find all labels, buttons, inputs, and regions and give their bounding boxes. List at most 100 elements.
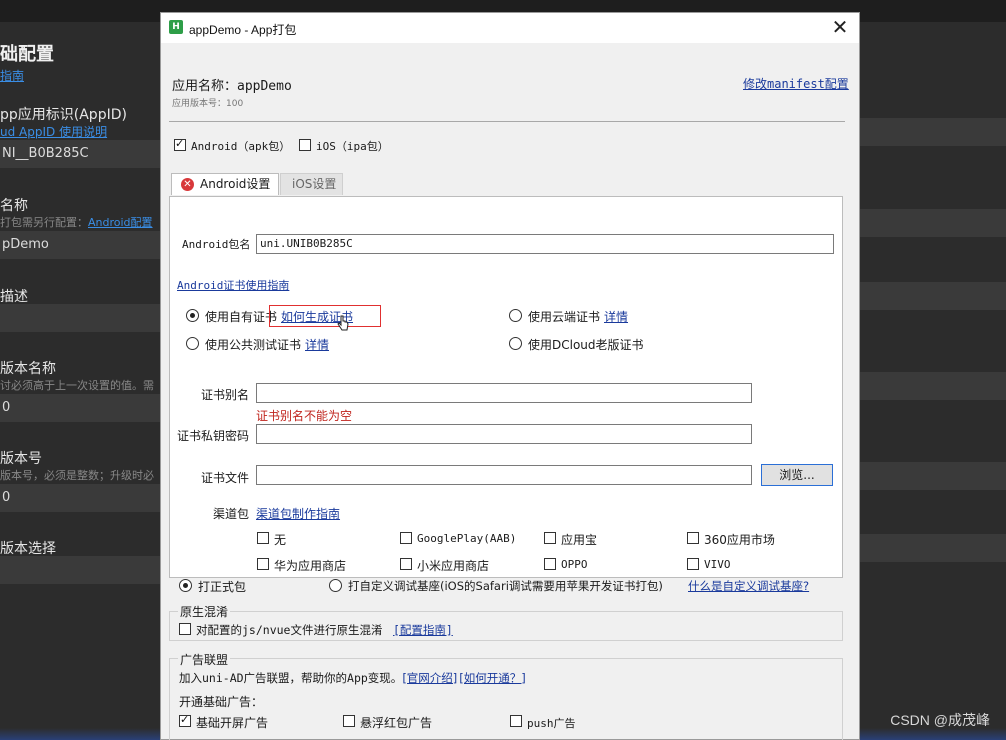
background-right-field: [860, 282, 1006, 310]
channel-label-googleplay: GooglePlay(AAB): [417, 532, 517, 545]
background-version-name-hint: 讨必须高于上一次设置的值。需: [0, 379, 154, 392]
ad-redpacket-checkbox[interactable]: [343, 715, 355, 727]
annotation-highlight-box: [269, 305, 381, 327]
custom-base-label: 打自定义调试基座(iOS的Safari调试需要用苹果开发证书打包): [348, 579, 663, 593]
dialog-titlebar: H appDemo - App打包 ✕: [161, 13, 859, 43]
channel-label-360: 360应用市场: [704, 533, 775, 547]
obfuscation-label: 对配置的js/nvue文件进行原生混淆: [196, 623, 383, 637]
ad-basic-label: 开通基础广告：: [179, 695, 264, 709]
background-settings-panel: 础配置 指南 pp应用标识(AppID) ud AppID 使用说明 NI__B…: [0, 22, 160, 740]
divider: [169, 121, 845, 122]
background-android-config-link[interactable]: Android配置: [88, 216, 153, 229]
background-right-field: [860, 372, 1006, 400]
dcloud-old-cert-label: 使用DCloud老版证书: [528, 338, 644, 352]
channel-checkbox-vivo[interactable]: [687, 558, 699, 570]
obfuscation-guide-link[interactable]: [配置指南]: [393, 622, 453, 638]
channel-label-oppo: OPPO: [561, 558, 588, 571]
tab-android-settings[interactable]: ✕ Android设置: [171, 173, 279, 195]
channel-label-xiaomi: 小米应用商店: [417, 559, 490, 573]
channel-label-none: 无: [274, 533, 287, 547]
background-right-panel: [860, 22, 1006, 740]
background-version-select-label: 版本选择: [0, 541, 56, 557]
channel-label-vivo: VIVO: [704, 558, 731, 571]
ad-union-title: 广告联盟: [178, 651, 231, 668]
error-icon: ✕: [181, 178, 194, 191]
own-cert-radio[interactable]: [186, 309, 199, 322]
background-right-field: [860, 534, 1006, 562]
public-test-cert-label: 使用公共测试证书: [205, 338, 302, 352]
public-test-cert-details-link[interactable]: 详情: [305, 336, 329, 353]
public-test-cert-radio[interactable]: [186, 337, 199, 350]
channel-checkbox-huawei[interactable]: [257, 558, 269, 570]
csdn-watermark: CSDN @成茂峰: [890, 712, 990, 728]
channel-checkbox-none[interactable]: [257, 532, 269, 544]
cloud-cert-radio[interactable]: [509, 309, 522, 322]
modify-manifest-link[interactable]: 修改manifest配置: [743, 75, 849, 92]
background-appid-field[interactable]: NI__B0B285C: [0, 140, 160, 168]
custom-base-help-link[interactable]: 什么是自定义调试基座?: [688, 578, 809, 594]
ad-push-label: push广告: [527, 717, 576, 730]
browse-button[interactable]: 浏览...: [761, 464, 833, 486]
channel-checkbox-yingyongbao[interactable]: [544, 532, 556, 544]
close-icon[interactable]: ✕: [829, 16, 851, 38]
package-name-input[interactable]: uni.UNIB0B285C: [256, 234, 834, 254]
background-name-label: 名称: [0, 198, 28, 214]
background-version-code-field[interactable]: 0: [0, 484, 160, 512]
tab-ios-settings[interactable]: iOS设置: [280, 173, 343, 195]
ad-splash-checkbox[interactable]: [179, 713, 191, 727]
key-password-input[interactable]: [256, 424, 752, 444]
app-pack-dialog: H appDemo - App打包 ✕ 应用名称：appDemo 应用版本号：1…: [160, 12, 860, 740]
dialog-title: appDemo - App打包: [189, 23, 297, 37]
package-name-label: Android包名: [182, 238, 251, 251]
channel-label-huawei: 华为应用商店: [274, 559, 347, 573]
ad-official-link[interactable]: [官网介绍]: [402, 671, 457, 685]
ad-push-checkbox[interactable]: [510, 715, 522, 727]
background-appid-help-link[interactable]: ud AppID 使用说明: [0, 123, 107, 140]
key-password-label: 证书私钥密码: [177, 429, 250, 443]
cert-alias-label: 证书别名: [201, 388, 250, 402]
android-settings-panel: Android包名 uni.UNIB0B285C Android证书使用指南 使…: [169, 196, 843, 578]
tab-ios-label: iOS设置: [292, 177, 337, 191]
cert-file-label: 证书文件: [201, 471, 250, 485]
background-guide-link[interactable]: 指南: [0, 67, 24, 84]
formal-build-label: 打正式包: [198, 580, 247, 594]
ios-platform-checkbox[interactable]: [299, 139, 311, 151]
background-desc-field[interactable]: [0, 304, 160, 332]
cloud-cert-details-link[interactable]: 详情: [604, 308, 628, 325]
app-name-label: 应用名称：appDemo: [172, 79, 292, 94]
background-name-hint: 打包需另行配置：Android配置: [0, 216, 153, 229]
cloud-cert-label: 使用云端证书: [528, 310, 601, 324]
obfuscation-checkbox[interactable]: [179, 623, 191, 635]
channel-guide-link[interactable]: 渠道包制作指南: [256, 505, 340, 522]
background-appid-label: pp应用标识(AppID): [0, 107, 127, 123]
custom-base-radio[interactable]: [329, 579, 342, 592]
android-cert-guide-link[interactable]: Android证书使用指南: [177, 277, 289, 293]
formal-build-radio[interactable]: [179, 579, 192, 592]
channel-label: 渠道包: [213, 507, 250, 521]
background-desc-label: 描述: [0, 289, 28, 305]
cert-file-input[interactable]: [256, 465, 752, 485]
background-version-code-label: 版本号: [0, 451, 42, 467]
channel-checkbox-xiaomi[interactable]: [400, 558, 412, 570]
channel-checkbox-oppo[interactable]: [544, 558, 556, 570]
background-right-field: [860, 462, 1006, 490]
android-platform-checkbox[interactable]: [174, 137, 186, 151]
ad-union-intro: 加入uni-AD广告联盟，帮助你的App变现。[官网介绍] [如何开通？]: [179, 670, 526, 686]
channel-checkbox-googleplay[interactable]: [400, 532, 412, 544]
background-right-field: [860, 118, 1006, 146]
cert-alias-input[interactable]: [256, 383, 752, 403]
dcloud-old-cert-radio[interactable]: [509, 337, 522, 350]
own-cert-label: 使用自有证书: [205, 310, 278, 324]
background-version-name-label: 版本名称: [0, 361, 56, 377]
background-name-field[interactable]: pDemo: [0, 231, 160, 259]
ios-platform-label: iOS（ipa包）: [316, 140, 389, 153]
background-version-select-field[interactable]: [0, 556, 160, 584]
channel-label-yingyongbao: 应用宝: [561, 533, 598, 547]
tab-android-label: Android设置: [200, 177, 271, 191]
channel-checkbox-360[interactable]: [687, 532, 699, 544]
ad-union-intro-text: 加入uni-AD广告联盟，帮助你的App变现。: [179, 671, 403, 685]
background-version-name-field[interactable]: 0: [0, 394, 160, 422]
ad-how-link[interactable]: [如何开通？]: [459, 671, 525, 685]
obfuscation-title: 原生混淆: [178, 603, 231, 620]
background-right-field: [860, 209, 1006, 237]
